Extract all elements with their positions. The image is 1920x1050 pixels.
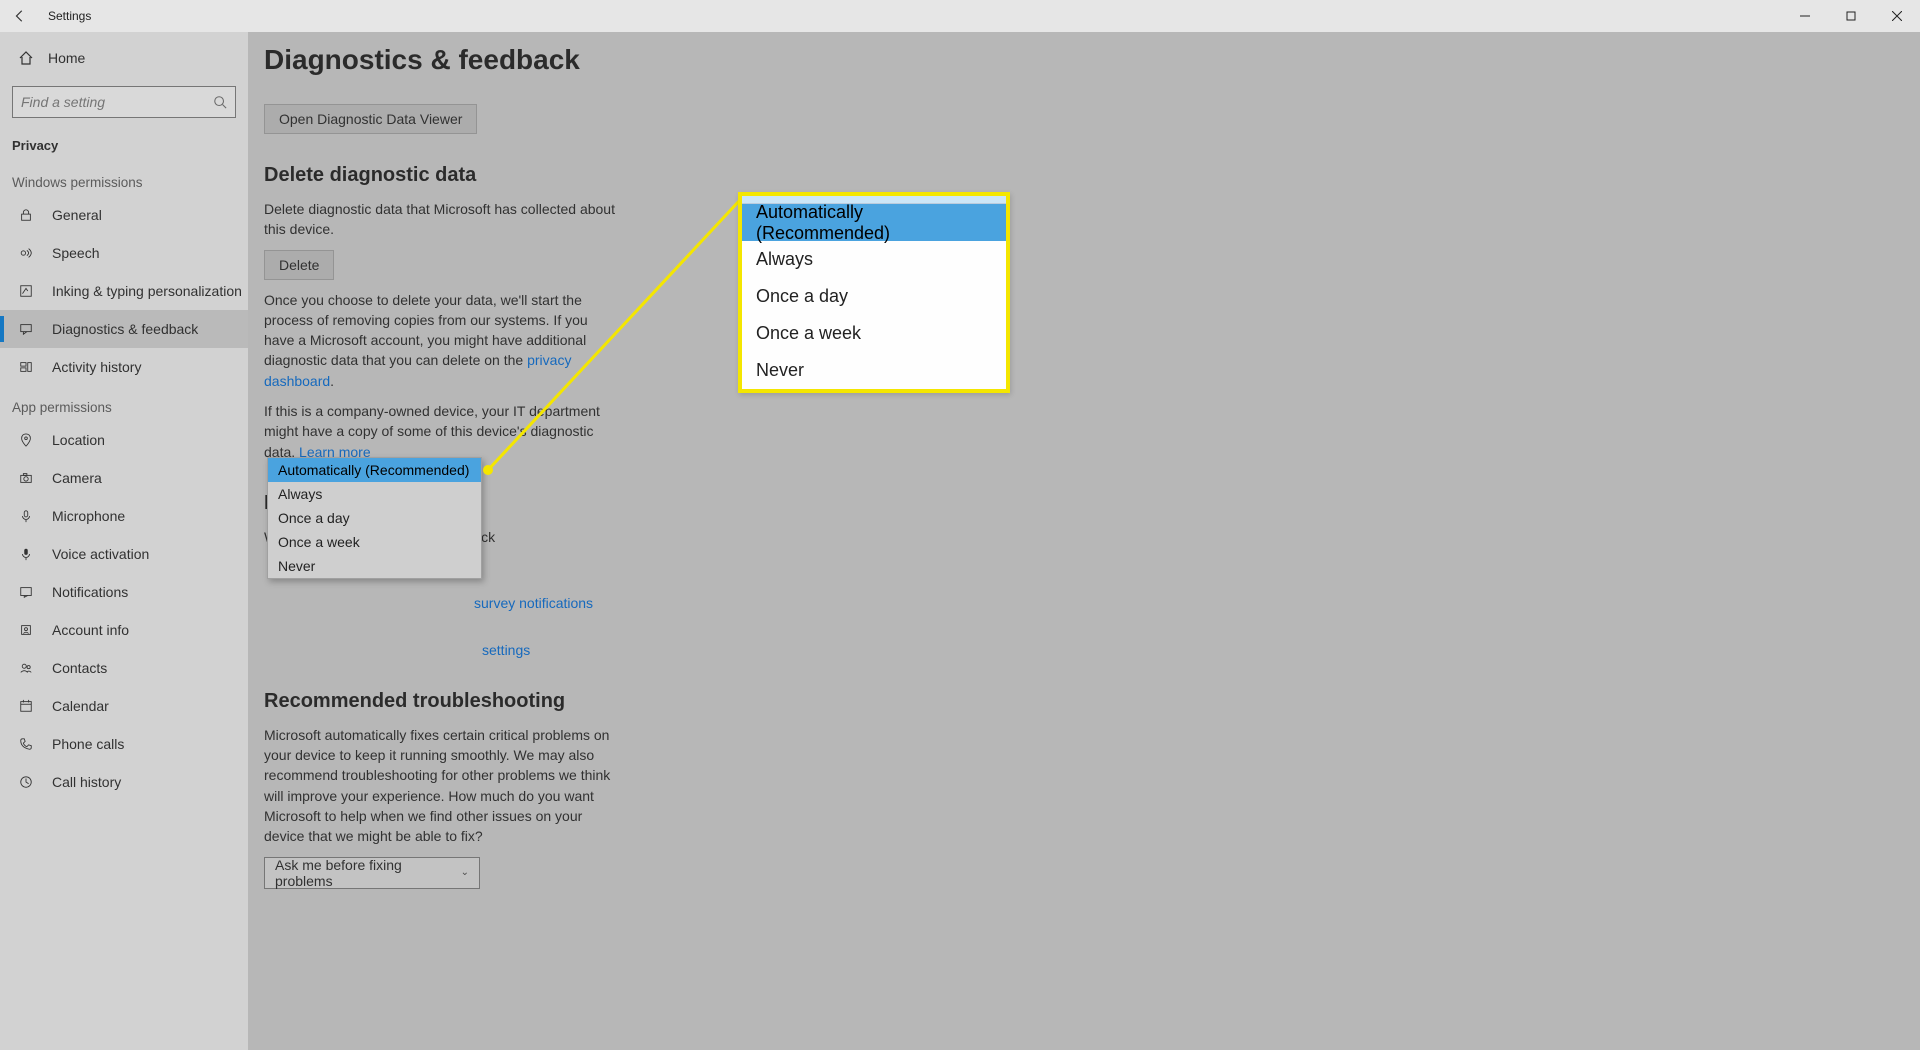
sidebar-item-general[interactable]: General [0, 196, 248, 234]
account-icon [18, 622, 34, 638]
sidebar-group-app-permissions: App permissions [0, 386, 248, 421]
dropdown-option[interactable]: Automatically (Recommended) [268, 458, 481, 482]
feedback-icon [18, 321, 34, 337]
sidebar-item-calendar[interactable]: Calendar [0, 687, 248, 725]
lock-icon [18, 207, 34, 223]
recommended-troubleshooting-desc: Microsoft automatically fixes certain cr… [264, 725, 614, 847]
sidebar-item-notifications[interactable]: Notifications [0, 573, 248, 611]
survey-notifications-link-row: survey notifications [264, 593, 619, 613]
phone-icon [18, 736, 34, 752]
sidebar-item-label: Account info [52, 622, 129, 638]
sidebar-item-label: Diagnostics & feedback [52, 321, 198, 337]
sidebar-item-label: Activity history [52, 359, 141, 375]
open-diagnostic-viewer-button[interactable]: Open Diagnostic Data Viewer [264, 104, 477, 134]
callout-option[interactable]: Automatically (Recommended) [742, 204, 1006, 241]
sidebar-item-diagnostics[interactable]: Diagnostics & feedback [0, 310, 248, 348]
recommended-troubleshooting-heading: Recommended troubleshooting [264, 690, 904, 713]
sidebar-item-camera[interactable]: Camera [0, 459, 248, 497]
sidebar-item-label: Calendar [52, 698, 109, 714]
sidebar-item-inking[interactable]: Inking & typing personalization [0, 272, 248, 310]
sidebar-home-label: Home [48, 50, 85, 66]
microphone-icon [18, 508, 34, 524]
call-history-icon [18, 774, 34, 790]
sidebar-item-phone-calls[interactable]: Phone calls [0, 725, 248, 763]
troubleshooting-select[interactable]: Ask me before fixing problems ⌄ [264, 857, 480, 889]
minimize-button[interactable] [1782, 0, 1828, 32]
sidebar-item-label: Location [52, 432, 105, 448]
sidebar-home[interactable]: Home [0, 38, 248, 78]
sidebar-item-label: Contacts [52, 660, 107, 676]
history-icon [18, 359, 34, 375]
search-icon [213, 95, 227, 109]
calendar-icon [18, 698, 34, 714]
feedback-frequency-callout: Automatically (Recommended) Always Once … [738, 192, 1010, 393]
sidebar-item-label: Inking & typing personalization [52, 283, 242, 299]
sidebar-item-call-history[interactable]: Call history [0, 763, 248, 801]
sidebar-item-location[interactable]: Location [0, 421, 248, 459]
feedback-frequency-dropdown[interactable]: Automatically (Recommended) Always Once … [267, 457, 482, 579]
page-title: Diagnostics & feedback [264, 44, 1920, 76]
settings-link-row: settings [264, 640, 619, 660]
survey-notifications-link[interactable]: survey notifications [474, 595, 593, 611]
chevron-down-icon: ⌄ [461, 867, 469, 878]
speech-icon [18, 245, 34, 261]
close-button[interactable] [1874, 0, 1920, 32]
sidebar-item-speech[interactable]: Speech [0, 234, 248, 272]
delete-button[interactable]: Delete [264, 250, 334, 280]
sidebar-item-label: Microphone [52, 508, 125, 524]
sidebar-item-label: Phone calls [52, 736, 124, 752]
delete-diagnostic-heading: Delete diagnostic data [264, 164, 904, 187]
dropdown-option[interactable]: Once a week [268, 530, 481, 554]
dropdown-option[interactable]: Always [268, 482, 481, 506]
sidebar-item-contacts[interactable]: Contacts [0, 649, 248, 687]
sidebar-item-label: Call history [52, 774, 121, 790]
settings-link[interactable]: settings [482, 642, 530, 658]
delete-diagnostic-note: Once you choose to delete your data, we'… [264, 290, 619, 391]
sidebar-item-activity[interactable]: Activity history [0, 348, 248, 386]
sidebar-item-label: Notifications [52, 584, 128, 600]
sidebar-item-label: Voice activation [52, 546, 149, 562]
delete-diagnostic-it-note: If this is a company-owned device, your … [264, 401, 619, 462]
titlebar: Settings [0, 0, 1920, 32]
sidebar-group-windows-permissions: Windows permissions [0, 161, 248, 196]
dropdown-option[interactable]: Once a day [268, 506, 481, 530]
callout-option[interactable]: Never [742, 352, 1006, 389]
sidebar-section: Privacy [0, 128, 248, 161]
search-box[interactable] [12, 86, 236, 118]
camera-icon [18, 470, 34, 486]
troubleshooting-select-value: Ask me before fixing problems [275, 857, 461, 889]
back-button[interactable] [0, 9, 40, 23]
search-input[interactable] [21, 94, 213, 110]
location-icon [18, 432, 34, 448]
contacts-icon [18, 660, 34, 676]
notifications-icon [18, 584, 34, 600]
callout-option[interactable]: Once a day [742, 278, 1006, 315]
inking-icon [18, 283, 34, 299]
voice-icon [18, 546, 34, 562]
callout-option[interactable]: Always [742, 241, 1006, 278]
sidebar-item-microphone[interactable]: Microphone [0, 497, 248, 535]
sidebar-item-label: General [52, 207, 102, 223]
sidebar-item-label: Speech [52, 245, 99, 261]
app-body: Home Privacy Windows permissions General… [0, 32, 1920, 1050]
sidebar-item-account-info[interactable]: Account info [0, 611, 248, 649]
dropdown-option[interactable]: Never [268, 554, 481, 578]
sidebar-item-label: Camera [52, 470, 102, 486]
callout-option[interactable]: Once a week [742, 315, 1006, 352]
window-title: Settings [48, 9, 91, 23]
home-icon [18, 50, 34, 66]
sidebar: Home Privacy Windows permissions General… [0, 32, 248, 1050]
delete-diagnostic-desc: Delete diagnostic data that Microsoft ha… [264, 199, 619, 240]
main-content: Diagnostics & feedback Open Diagnostic D… [248, 32, 1920, 1050]
maximize-button[interactable] [1828, 0, 1874, 32]
sidebar-item-voice-activation[interactable]: Voice activation [0, 535, 248, 573]
